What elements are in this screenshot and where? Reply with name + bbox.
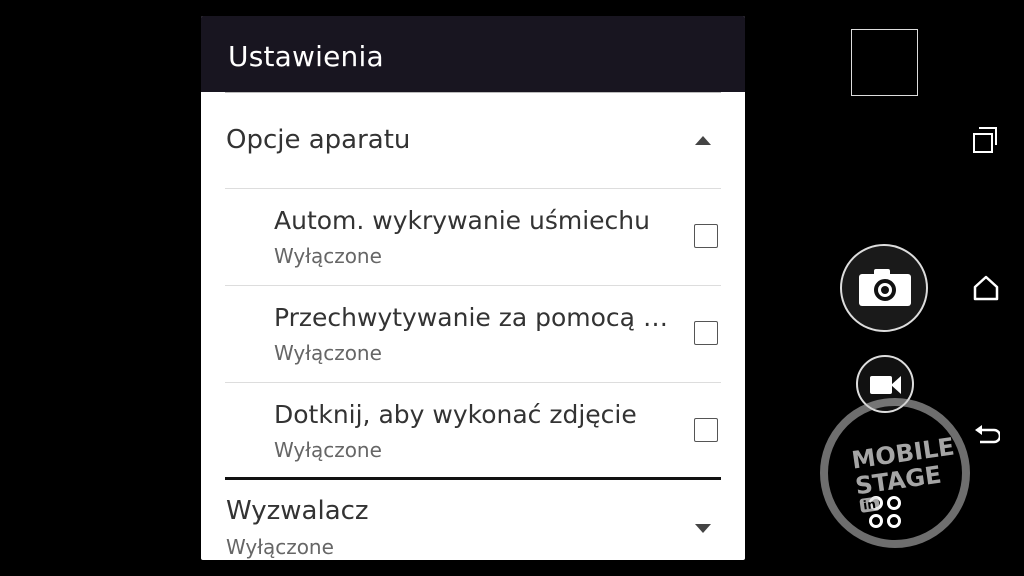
- watermark-text: MOBILE STAGEin: [850, 432, 967, 525]
- settings-panel: Ustawienia Opcje aparatu Autom. wykrywan…: [201, 16, 745, 560]
- home-icon: [973, 275, 999, 301]
- camera-icon: [859, 274, 911, 306]
- expand-arrow-icon[interactable]: [695, 524, 711, 533]
- setting-status: Wyłączone: [274, 341, 382, 365]
- setting-title: Autom. wykrywanie uśmiechu: [274, 206, 650, 235]
- row-divider: [225, 285, 721, 286]
- voice-capture-checkbox[interactable]: [694, 321, 718, 345]
- recent-apps-button[interactable]: [973, 127, 999, 153]
- touch-capture-checkbox[interactable]: [694, 418, 718, 442]
- row-divider: [225, 188, 721, 189]
- setting-title: Przechwytywanie za pomocą gło…: [274, 303, 669, 332]
- home-button[interactable]: [972, 274, 1000, 302]
- mobilestage-watermark: MOBILE STAGEin: [820, 398, 970, 548]
- setting-status: Wyłączone: [274, 438, 382, 462]
- setting-row-touch-capture[interactable]: Dotknij, aby wykonać zdjęcie Wyłączone: [225, 382, 721, 478]
- section-trigger-title: Wyzwalacz: [226, 496, 369, 526]
- video-camera-icon: [870, 376, 892, 394]
- section-trigger[interactable]: Wyzwalacz Wyłączone: [201, 480, 745, 560]
- back-icon: [980, 428, 1000, 444]
- last-photo-thumbnail[interactable]: [851, 29, 918, 96]
- setting-title: Dotknij, aby wykonać zdjęcie: [274, 400, 637, 429]
- setting-status: Wyłączone: [274, 244, 382, 268]
- collapse-arrow-icon[interactable]: [695, 136, 711, 145]
- section-trigger-status: Wyłączone: [226, 535, 334, 559]
- back-arrow-icon: [975, 425, 982, 435]
- section-camera-options-title: Opcje aparatu: [226, 125, 411, 155]
- row-divider: [225, 382, 721, 383]
- setting-row-voice-capture[interactable]: Przechwytywanie za pomocą gło… Wyłączone: [225, 285, 721, 381]
- camera-lens-icon: [874, 279, 896, 301]
- settings-header: Ustawienia: [201, 16, 745, 93]
- recent-apps-icon-front: [973, 133, 993, 153]
- smile-detection-checkbox[interactable]: [694, 224, 718, 248]
- watermark-badge: in: [859, 496, 880, 513]
- video-camera-lens-icon: [891, 376, 901, 394]
- setting-row-smile-detection[interactable]: Autom. wykrywanie uśmiechu Wyłączone: [225, 188, 721, 284]
- shutter-button[interactable]: [840, 244, 928, 332]
- settings-title: Ustawienia: [228, 40, 384, 73]
- section-camera-options[interactable]: Opcje aparatu: [201, 92, 745, 188]
- back-button[interactable]: [972, 422, 1000, 450]
